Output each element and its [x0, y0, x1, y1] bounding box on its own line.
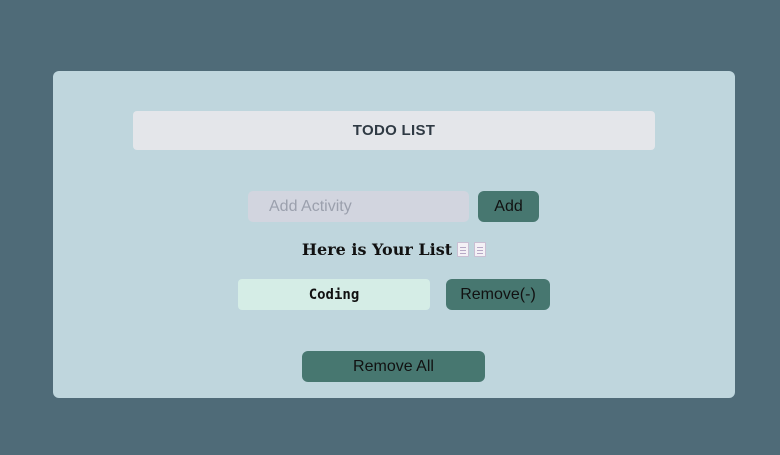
document-icon [457, 242, 470, 257]
list-heading: Here is Your List [53, 240, 735, 259]
add-button[interactable]: Add [478, 191, 539, 222]
remove-item-button[interactable]: Remove(-) [446, 279, 550, 310]
list-item: Coding [238, 279, 430, 310]
page-title: TODO LIST [133, 111, 655, 150]
add-activity-input[interactable] [248, 191, 469, 222]
remove-all-button[interactable]: Remove All [302, 351, 485, 382]
todo-card: TODO LIST Add Here is Your List Coding R… [53, 71, 735, 398]
list-heading-text: Here is Your List [301, 240, 453, 259]
document-icon [474, 242, 487, 257]
